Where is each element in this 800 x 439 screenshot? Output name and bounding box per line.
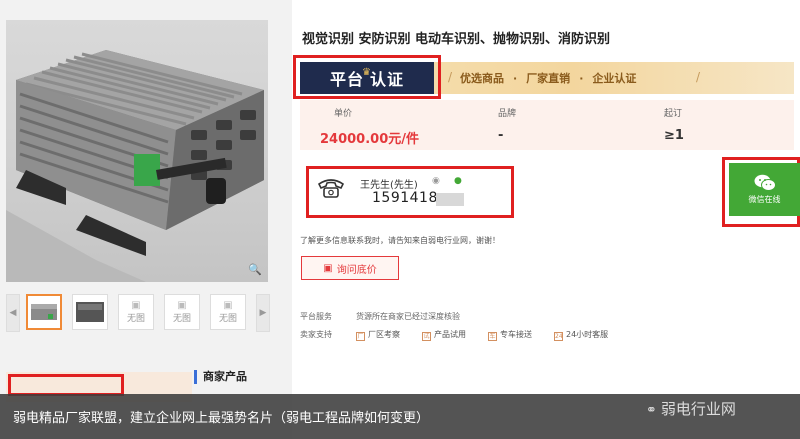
contact-name: 王先生(先生) xyxy=(360,180,418,191)
thumbnail-label: 无图 xyxy=(218,313,237,324)
unit-price-label: 单价 xyxy=(334,109,353,119)
industrial-pc-photo xyxy=(6,50,264,282)
support-tag: 24 24小时客服 xyxy=(554,329,608,341)
support-tag-label: 产品试用 xyxy=(434,330,466,339)
wechat-icon xyxy=(754,174,776,191)
clock-icon: 24 xyxy=(554,332,563,341)
site-watermark: ⚭ 弱电行业网 xyxy=(646,398,736,419)
trial-icon: 试 xyxy=(422,332,431,341)
thumbnail-1[interactable] xyxy=(26,294,62,330)
separator-dot: · xyxy=(579,71,584,85)
contact-hint: 了解更多信息联系我时，请告知来自弱电行业网，谢谢！ xyxy=(300,236,500,245)
camera-icon: ▣ xyxy=(223,299,233,311)
wechat-label: 微信在线 xyxy=(748,195,781,204)
thumbnail-image xyxy=(31,304,57,320)
camera-icon: ▣ xyxy=(177,299,187,311)
unit-price-value: 24000.00元/件 xyxy=(320,132,420,147)
inquire-price-button[interactable]: ▣ 询问底价 xyxy=(301,256,399,280)
brand-value: - xyxy=(498,128,504,143)
watermark-text: 弱电行业网 xyxy=(660,400,736,418)
support-tag: 厂厂区考察 xyxy=(356,329,400,341)
thumbnail-label: 无图 xyxy=(126,313,145,324)
cert-item: 厂家直销 xyxy=(526,72,571,85)
support-tag: 车专车接送 xyxy=(488,329,532,341)
contact-phone[interactable]: 1591418 xyxy=(372,190,438,206)
thumbnail-2[interactable] xyxy=(72,294,108,330)
highlight-box xyxy=(293,55,441,99)
thumbnail-image xyxy=(76,302,104,322)
product-title: 视觉识别 安防识别 电动车识别、抛物识别、消防识别 xyxy=(302,32,611,47)
thumb-prev-arrow[interactable]: ◀ xyxy=(6,294,20,332)
platform-service-value: 货源所在商家已经过深度核验 xyxy=(356,312,460,321)
thumbnail-3[interactable]: ▣ 无图 xyxy=(118,294,154,330)
thumb-next-arrow[interactable]: ▶ xyxy=(256,294,270,332)
platform-service-label: 平台服务 xyxy=(300,312,332,321)
divider: / xyxy=(696,70,701,84)
brand-label: 品牌 xyxy=(498,109,517,119)
support-tag: 试产品试用 xyxy=(422,329,466,341)
message-icon: ▣ xyxy=(323,262,333,274)
car-icon: 车 xyxy=(488,332,497,341)
thumbnail-4[interactable]: ▣ 无图 xyxy=(164,294,200,330)
magnifier-icon[interactable]: 🔍 xyxy=(248,263,262,276)
highlight-box xyxy=(8,374,124,396)
phone-mask xyxy=(436,193,464,206)
divider: / xyxy=(448,70,453,84)
cert-item: 企业认证 xyxy=(592,72,637,85)
telephone-icon xyxy=(317,179,345,198)
thumbnail-strip: ◀ ▣ 无图 ▣ 无图 ▣ 无图 ▶ xyxy=(6,294,270,332)
caption-text: 弱电精品厂家联盟，建立企业网上最强势名片（弱电工程品牌如何变更） xyxy=(13,411,430,426)
wechat-small-icon[interactable]: ● xyxy=(454,176,462,186)
moq-label: 起订 xyxy=(664,109,683,119)
cert-items: 优选商品 · 厂家直销 · 企业认证 xyxy=(460,62,636,94)
logo-icon: ⚭ xyxy=(646,403,657,418)
moq-value: ≥1 xyxy=(664,128,684,143)
support-tag-label: 专车接送 xyxy=(500,330,532,339)
cert-item: 优选商品 xyxy=(460,72,504,85)
thumbnail-5[interactable]: ▣ 无图 xyxy=(210,294,246,330)
product-main-image[interactable]: 🔍 xyxy=(6,20,268,282)
wechat-online-button[interactable]: 微信在线 xyxy=(729,163,800,216)
seller-support-label: 卖家支持 xyxy=(300,330,332,339)
support-tag-label: 24小时客服 xyxy=(566,330,609,339)
inquire-label: 询问底价 xyxy=(336,264,377,276)
qq-icon[interactable]: ◉ xyxy=(432,176,440,186)
thumbnail-label: 无图 xyxy=(172,313,191,324)
camera-icon: ▣ xyxy=(131,299,141,311)
merchant-products-heading: 商家产品 xyxy=(194,370,247,384)
support-tag-label: 厂区考察 xyxy=(368,330,400,339)
factory-icon: 厂 xyxy=(356,332,365,341)
separator-dot: · xyxy=(513,71,518,85)
